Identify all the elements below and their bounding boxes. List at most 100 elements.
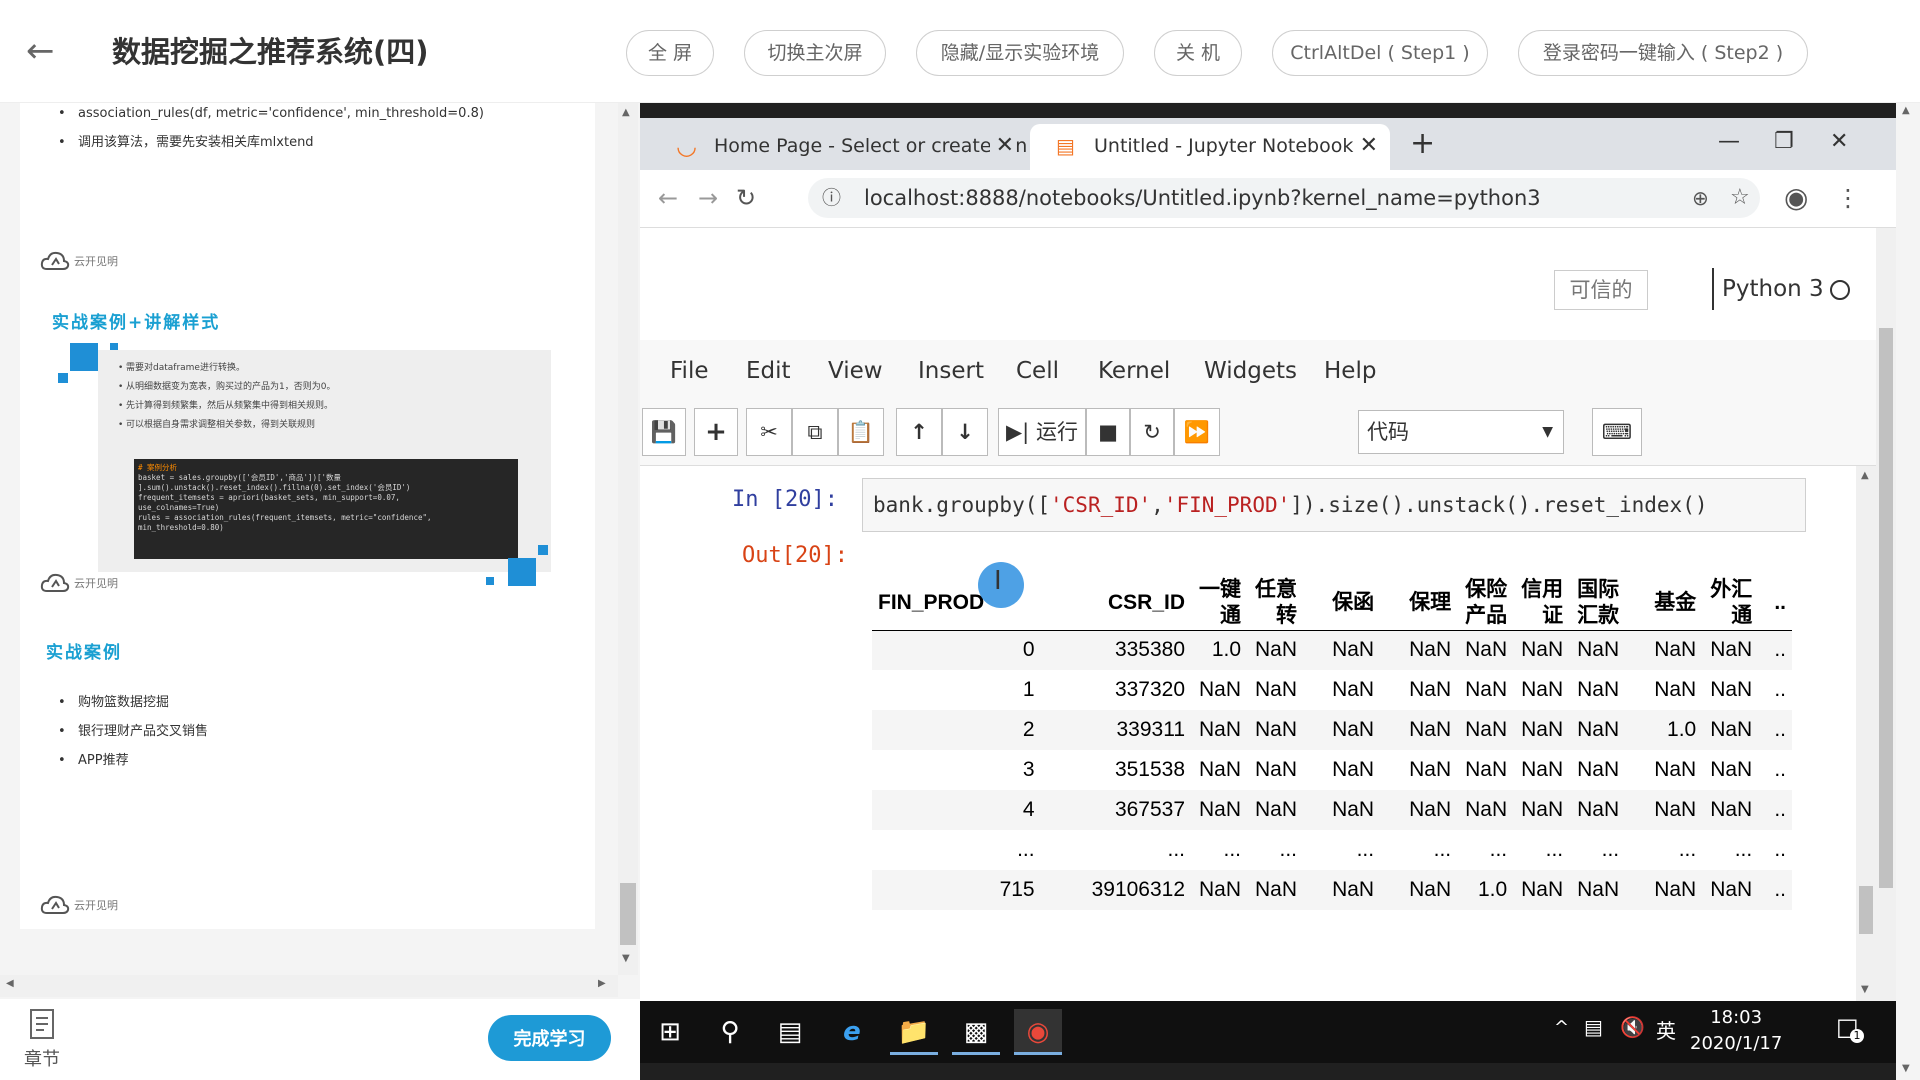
move-down-icon[interactable]: ↓ (942, 408, 988, 456)
tab-home-page[interactable]: ◡ Home Page - Select or create a noteboo… (650, 124, 1026, 170)
move-up-icon[interactable]: ↑ (896, 408, 942, 456)
table-cell: NaN (1702, 790, 1759, 830)
scroll-up-icon[interactable]: ▲ (1902, 105, 1910, 116)
paste-icon[interactable]: 📋 (838, 408, 884, 456)
info-icon[interactable]: ⓘ (822, 178, 841, 218)
tray-expand-icon[interactable]: ^ (1554, 1017, 1569, 1038)
toggle-lab-button[interactable]: 隐藏/显示实验环境 (916, 30, 1124, 76)
menu-widgets[interactable]: Widgets (1204, 354, 1297, 388)
ime-indicator[interactable]: 英 (1656, 1015, 1676, 1044)
restart-run-all-icon[interactable]: ⏩ (1174, 408, 1220, 456)
url-text[interactable]: localhost:8888/notebooks/Untitled.ipynb?… (864, 178, 1541, 218)
close-window-icon[interactable]: ✕ (1830, 124, 1848, 160)
column-header: 国际汇款 (1569, 576, 1626, 631)
ie-browser-icon[interactable]: e (828, 1009, 876, 1055)
search-icon[interactable]: ⚲ (706, 1009, 754, 1055)
scrollbar-thumb[interactable] (1859, 886, 1873, 934)
windows-start-icon[interactable]: ⊞ (646, 1009, 694, 1055)
code-string: 'FIN_PROD' (1163, 493, 1291, 517)
copy-icon[interactable]: ⧉ (792, 408, 838, 456)
back-arrow-icon[interactable]: ← (26, 32, 55, 70)
zoom-icon[interactable]: ⊕ (1692, 178, 1709, 218)
scroll-up-icon[interactable]: ▲ (622, 107, 630, 118)
menu-kernel[interactable]: Kernel (1098, 354, 1170, 388)
back-icon[interactable]: ← (658, 180, 678, 216)
scroll-up-icon[interactable]: ▲ (1861, 470, 1869, 481)
table-cell: NaN (1513, 710, 1570, 750)
task-view-icon[interactable]: ▤ (766, 1009, 814, 1055)
run-button[interactable]: ▶​| 运行 (998, 408, 1086, 456)
interrupt-icon[interactable]: ■ (1086, 408, 1130, 456)
scroll-down-icon[interactable]: ▼ (1861, 984, 1869, 995)
notebook-scrollbar[interactable]: ▲ ▼ (1856, 466, 1876, 1001)
add-cell-icon[interactable]: + (694, 408, 738, 456)
table-cell: NaN (1569, 710, 1626, 750)
slide-horizontal-scrollbar[interactable]: ◀ ▶ (0, 975, 618, 997)
save-icon[interactable]: 💾 (642, 408, 686, 456)
scroll-down-icon[interactable]: ▼ (1902, 1063, 1910, 1074)
minimize-icon[interactable]: — (1718, 124, 1740, 160)
case-bullet: 从明细数据变为宽表，购买过的产品为1，否则为0。 (118, 381, 335, 394)
code-string: 'CSR_ID' (1050, 493, 1152, 517)
password-input-button[interactable]: 登录密码一键输入 ( Step2 ) (1518, 30, 1808, 76)
volume-muted-icon[interactable]: 🔇 (1620, 1015, 1645, 1039)
close-tab-icon[interactable]: ✕ (1353, 124, 1378, 168)
restart-icon[interactable]: ↻ (1130, 408, 1174, 456)
outer-scrollbar[interactable]: ▲ ▼ (1896, 103, 1920, 1080)
terminal-icon[interactable]: ▩ (952, 1009, 1000, 1055)
close-tab-icon[interactable]: ✕ (989, 124, 1014, 168)
forward-icon[interactable]: → (698, 180, 718, 216)
code-cell-editor[interactable]: bank.groupby(['CSR_ID','FIN_PROD']).size… (862, 478, 1806, 532)
network-icon[interactable]: ▤ (1584, 1015, 1603, 1039)
table-cell: NaN (1457, 790, 1514, 830)
shutdown-button[interactable]: 关 机 (1154, 30, 1242, 76)
switch-screen-button[interactable]: 切换主次屏 (744, 30, 886, 76)
case-bullet: 可以根据自身需求调整相关参数，得到关联规则 (118, 419, 315, 432)
slide-vertical-scrollbar[interactable]: ▲ ▼ (618, 103, 638, 975)
scroll-down-icon[interactable]: ▼ (622, 953, 630, 964)
course-panel: association_rules(df, metric='confidence… (0, 103, 640, 999)
chrome-menu-icon[interactable]: ⋮ (1836, 180, 1860, 216)
table-cell: NaN (1303, 710, 1381, 750)
chapter-button[interactable]: 章节 (18, 1008, 66, 1071)
cut-icon[interactable]: ✂ (746, 408, 792, 456)
table-cell: NaN (1191, 710, 1248, 750)
profile-avatar-icon[interactable]: ◉ (1784, 180, 1808, 216)
menu-view[interactable]: View (828, 354, 883, 388)
column-header: .. (1758, 576, 1792, 631)
tab-untitled-notebook[interactable]: ▤ Untitled - Jupyter Notebook ✕ (1030, 124, 1390, 170)
cell-type-select[interactable]: 代码 ▼ (1358, 410, 1564, 454)
table-cell: NaN (1380, 630, 1458, 670)
table-cell: NaN (1457, 710, 1514, 750)
fullscreen-button[interactable]: 全 屏 (626, 30, 714, 76)
table-cell: NaN (1465, 758, 1508, 781)
input-prompt: In [20]: (732, 487, 838, 512)
cloud-logo-icon (40, 573, 70, 592)
scroll-left-icon[interactable]: ◀ (6, 978, 14, 989)
keyboard-icon[interactable]: ⌨ (1592, 408, 1642, 456)
file-explorer-icon[interactable]: 📁 (890, 1009, 938, 1055)
bookmark-star-icon[interactable]: ☆ (1730, 178, 1750, 218)
chrome-icon[interactable]: ◉ (1014, 1009, 1062, 1055)
scrollbar-thumb[interactable] (620, 883, 636, 945)
restore-icon[interactable]: ❐ (1774, 124, 1794, 160)
reload-icon[interactable]: ↻ (736, 180, 756, 216)
omnibox[interactable]: ⓘ localhost:8888/notebooks/Untitled.ipyn… (808, 178, 1760, 218)
menu-file[interactable]: File (670, 354, 709, 388)
table-cell: NaN (1625, 870, 1703, 910)
page-scrollbar[interactable] (1876, 228, 1896, 1001)
trusted-indicator[interactable]: 可信的 (1554, 270, 1648, 310)
tray-clock[interactable]: 18:03 2020/1/17 (1690, 1005, 1782, 1057)
menu-cell[interactable]: Cell (1016, 354, 1059, 388)
finish-learning-button[interactable]: 完成学习 (488, 1015, 611, 1061)
scroll-right-icon[interactable]: ▶ (598, 978, 606, 989)
notification-icon[interactable]: □ 1 (1836, 1013, 1864, 1043)
ctrl-alt-del-button[interactable]: CtrlAltDel ( Step1 ) (1272, 30, 1488, 76)
table-cell: NaN (1380, 790, 1458, 830)
table-cell: ... (1279, 838, 1298, 861)
menu-edit[interactable]: Edit (746, 354, 791, 388)
menu-help[interactable]: Help (1324, 354, 1376, 388)
new-tab-icon[interactable]: + (1410, 124, 1435, 164)
scrollbar-thumb[interactable] (1879, 328, 1893, 888)
menu-insert[interactable]: Insert (918, 354, 984, 388)
